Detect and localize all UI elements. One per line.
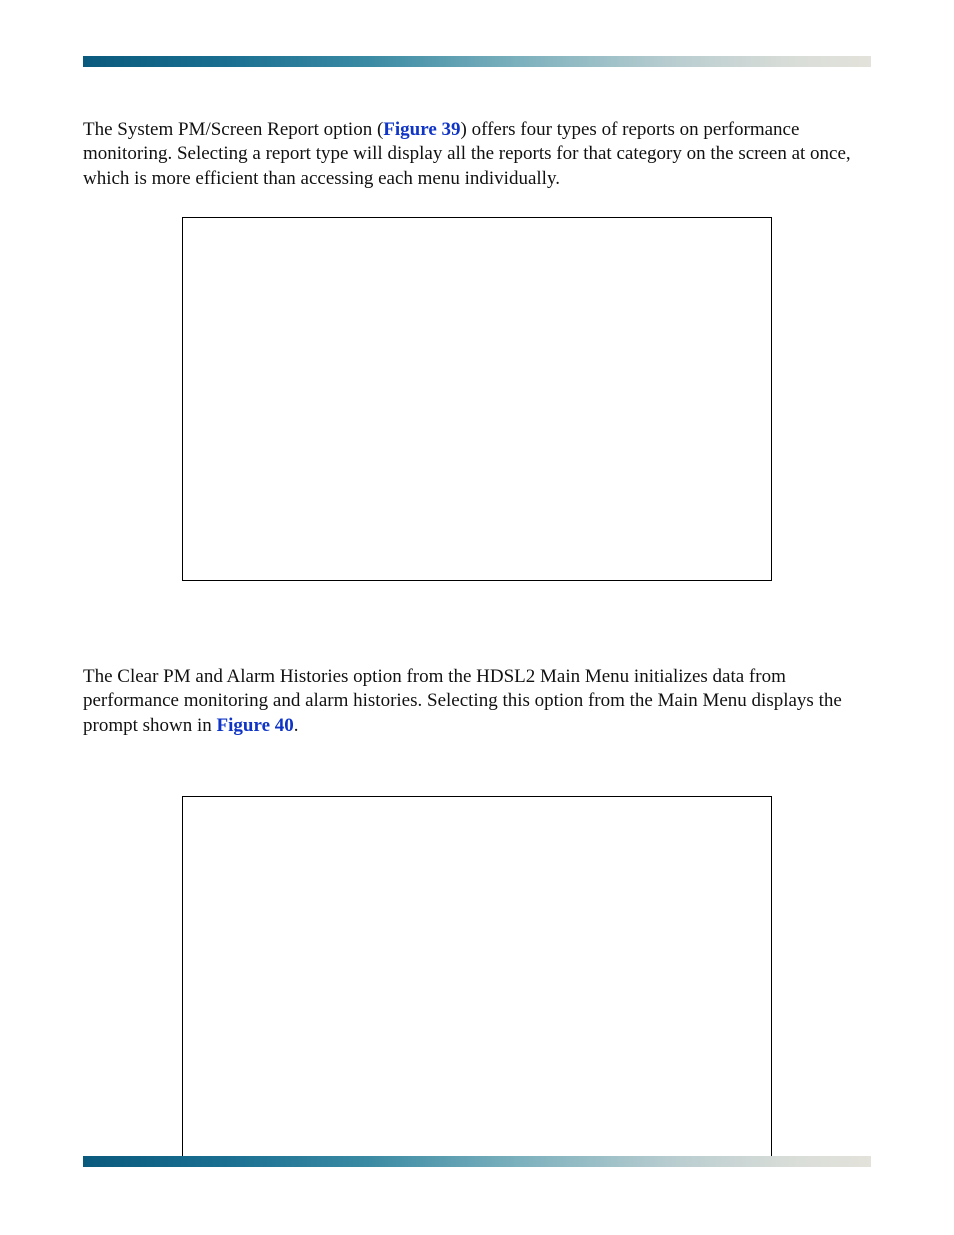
footer-divider	[83, 1156, 871, 1167]
figure-39-link[interactable]: Figure 39	[383, 119, 460, 140]
spacer	[83, 764, 871, 796]
header-divider	[83, 56, 871, 67]
figure-40-placeholder	[182, 796, 772, 1160]
figure-40-link[interactable]: Figure 40	[217, 715, 294, 736]
text-run: .	[294, 715, 299, 736]
paragraph-clear-pm-alarm: The Clear PM and Alarm Histories option …	[83, 665, 871, 738]
text-run: The System PM/Screen Report option (	[83, 119, 383, 140]
spacer	[83, 581, 871, 665]
page-content: The System PM/Screen Report option (Figu…	[83, 118, 871, 1160]
paragraph-system-pm-report: The System PM/Screen Report option (Figu…	[83, 118, 871, 191]
document-page: The System PM/Screen Report option (Figu…	[0, 0, 954, 1235]
figure-39-placeholder	[182, 217, 772, 581]
text-run: The Clear PM and Alarm Histories option …	[83, 666, 842, 736]
